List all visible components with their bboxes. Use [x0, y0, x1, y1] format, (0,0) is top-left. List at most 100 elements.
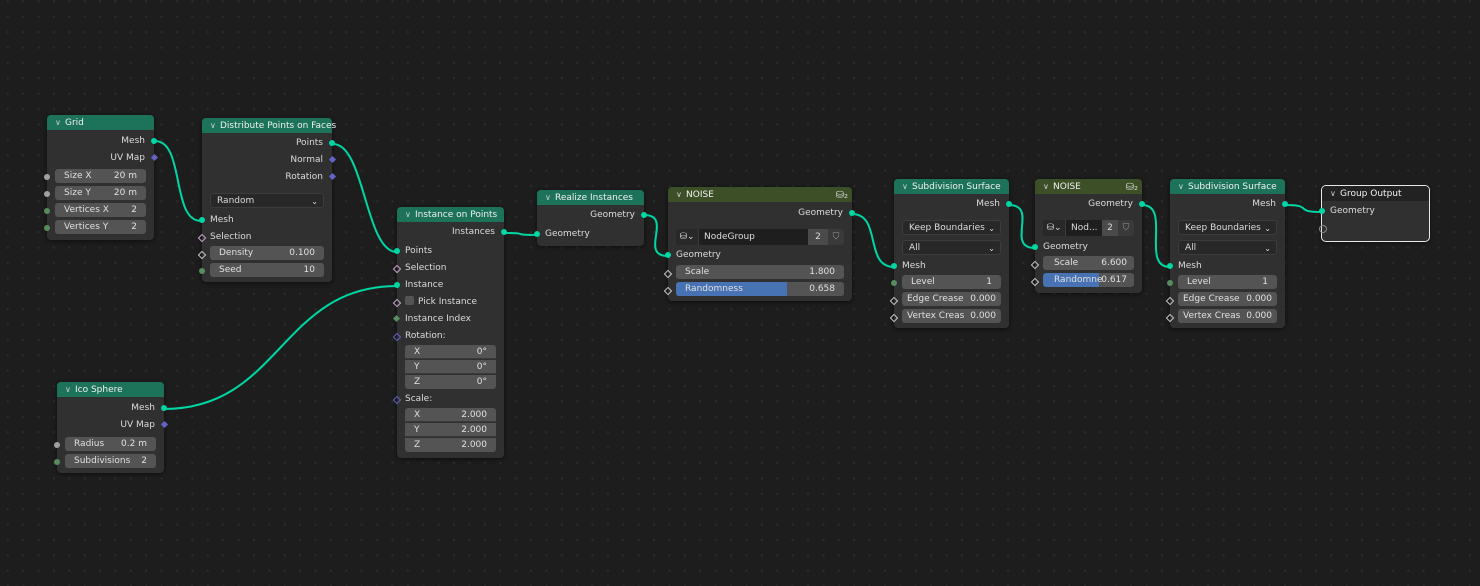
chevron-down-icon[interactable]: ∨ — [676, 187, 686, 202]
socket-geometry[interactable] — [1167, 263, 1173, 269]
field-vertices-y[interactable]: Vertices Y2 — [55, 220, 146, 234]
link-subdiv2-Mesh-to-output-Geometry[interactable] — [1284, 204, 1323, 213]
field-scale[interactable]: Scale 1.800 — [676, 265, 844, 279]
node-distribute-points[interactable]: ∨ Distribute Points on Faces Points Norma… — [197, 118, 336, 282]
socket-float-field[interactable] — [1165, 313, 1175, 323]
chevron-down-icon[interactable]: ∨ — [405, 207, 415, 222]
socket-int[interactable] — [199, 268, 205, 274]
socket-geometry[interactable] — [394, 282, 400, 288]
link-distribute-Points-to-instance-Points[interactable] — [332, 143, 398, 253]
socket-float-field[interactable] — [1030, 260, 1040, 270]
node-header[interactable]: ∨ Grid — [47, 115, 154, 130]
socket-geometry[interactable] — [1282, 201, 1288, 207]
socket-int[interactable] — [1167, 280, 1173, 286]
node-header[interactable]: ∨ Subdivision Surface — [1170, 179, 1285, 194]
boundary-smooth-select[interactable]: Keep Boundaries ⌄ — [1178, 220, 1277, 235]
link-noise1-Geometry-to-subdiv1-Mesh[interactable] — [851, 213, 895, 268]
socket-float-field[interactable] — [1165, 296, 1175, 306]
chevron-down-icon[interactable]: ∨ — [1178, 179, 1188, 194]
distribute-mode-select[interactable]: Random ⌄ — [210, 193, 324, 208]
field-subdivisions[interactable]: Subdivisions 2 — [65, 454, 156, 468]
node-header[interactable]: ∨ Group Output — [1322, 186, 1429, 201]
field-scale[interactable]: Scale 6.600 — [1043, 256, 1134, 270]
field-size-y[interactable]: Size Y 20 m — [55, 186, 146, 200]
socket-float[interactable] — [44, 191, 50, 197]
node-group-output[interactable]: ∨ Group Output Geometry — [1319, 185, 1430, 242]
node-header[interactable]: ∨ Ico Sphere — [57, 382, 164, 397]
node-ico-sphere[interactable]: ∨ Ico Sphere Mesh UV Map Radius 0.2 m Subd… — [54, 382, 169, 473]
node-noise-group[interactable]: ∨ NOISE ⛁₂ Geometry ⛁⌄ Nod... 2 ⛉ Geometry… — [1030, 179, 1145, 293]
socket-geometry[interactable] — [161, 405, 167, 411]
socket-bool-field[interactable] — [392, 298, 402, 308]
node-group-name[interactable]: NodeGroup — [699, 229, 808, 245]
link-grid-Mesh-to-distribute-Mesh[interactable] — [154, 140, 202, 222]
node-header[interactable]: ∨ Distribute Points on Faces — [202, 118, 336, 133]
socket-bool-field[interactable] — [197, 233, 207, 243]
socket-geometry[interactable] — [1006, 201, 1012, 207]
socket-vector-field[interactable] — [392, 332, 402, 342]
node-header[interactable]: ∨ NOISE ⛁₂ — [1035, 179, 1142, 194]
link-realize-Geometry-to-noise1-Geometry[interactable] — [643, 214, 669, 257]
socket-bool-field[interactable] — [392, 264, 402, 274]
chevron-down-icon[interactable]: ∨ — [902, 179, 912, 194]
socket-float-field[interactable] — [1030, 277, 1040, 287]
socket-geometry[interactable] — [329, 140, 335, 146]
pick-instance-checkbox[interactable] — [405, 296, 414, 305]
slider-randomness[interactable]: Randomness 0.658 — [676, 282, 844, 296]
node-tree-icon[interactable]: ⛁⌄ — [676, 229, 699, 245]
chevron-down-icon[interactable]: ∨ — [545, 190, 555, 205]
node-group-selector[interactable]: ⛁⌄ NodeGroup 2 ⛉ — [676, 229, 844, 245]
field-scale-z[interactable]: Z 2.000 — [405, 438, 496, 452]
node-noise-group[interactable]: ∨ NOISE ⛁₂ Geometry ⛁⌄ NodeGroup 2 ⛉ Geome… — [663, 187, 855, 301]
field-size-x[interactable]: Size X 20 m — [55, 169, 146, 183]
user-count[interactable]: 2 — [1102, 220, 1118, 236]
chevron-down-icon[interactable]: ∨ — [55, 115, 65, 130]
field-vertices-x[interactable]: Vertices X2 — [55, 203, 146, 217]
socket-float[interactable] — [44, 174, 50, 180]
socket-int[interactable] — [44, 225, 50, 231]
field-seed[interactable]: Seed 10 — [210, 263, 324, 277]
socket-geometry[interactable] — [1139, 201, 1145, 207]
field-density[interactable]: Density 0.100 — [210, 246, 324, 260]
field-level[interactable]: Level 1 — [1178, 275, 1277, 289]
uv-smooth-select[interactable]: All ⌄ — [1178, 240, 1277, 255]
node-group-name[interactable]: Nod... — [1066, 220, 1102, 236]
field-scale-y[interactable]: Y 2.000 — [405, 423, 496, 437]
field-radius[interactable]: Radius 0.2 m — [65, 437, 156, 451]
chevron-down-icon[interactable]: ∨ — [210, 118, 220, 133]
field-scale-x[interactable]: X 2.000 — [405, 408, 496, 422]
node-instance-on-points[interactable]: ∨ Instance on Points Instances Points Sel… — [392, 207, 507, 458]
socket-vector[interactable] — [150, 153, 159, 162]
socket-geometry[interactable] — [151, 138, 157, 144]
slider-randomness[interactable]: Randomne 0.617 — [1043, 273, 1134, 287]
socket-geometry[interactable] — [1319, 208, 1325, 214]
socket-geometry[interactable] — [891, 263, 897, 269]
socket-float-field[interactable] — [889, 313, 899, 323]
socket-geometry[interactable] — [665, 252, 671, 258]
node-subdivision-surface[interactable]: ∨ Subdivision Surface Mesh Keep Boundarie… — [1165, 179, 1288, 328]
node-header[interactable]: ∨ Subdivision Surface — [894, 179, 1009, 194]
socket-geometry[interactable] — [501, 229, 507, 235]
node-tree-icon[interactable]: ⛁⌄ — [1043, 220, 1066, 236]
fake-user-shield-icon[interactable]: ⛉ — [1118, 220, 1134, 236]
node-realize-instances[interactable]: ∨ Realize Instances Geometry Geometry — [534, 190, 647, 246]
field-rotation-y[interactable]: Y 0° — [405, 360, 496, 374]
link-noise2-Geometry-to-subdiv2-Mesh[interactable] — [1141, 204, 1171, 268]
uv-smooth-select[interactable]: All ⌄ — [902, 240, 1001, 255]
socket-geometry[interactable] — [1032, 244, 1038, 250]
field-rotation-z[interactable]: Z 0° — [405, 375, 496, 389]
socket-vector[interactable] — [328, 155, 337, 164]
user-count[interactable]: 2 — [808, 229, 828, 245]
socket-geometry[interactable] — [534, 231, 540, 237]
field-level[interactable]: Level 1 — [902, 275, 1001, 289]
field-vertex-crease[interactable]: Vertex Creas 0.000 — [1178, 309, 1277, 323]
socket-float[interactable] — [54, 442, 60, 448]
socket-vector-field[interactable] — [392, 395, 402, 405]
socket-float-field[interactable] — [663, 269, 673, 279]
socket-geometry[interactable] — [199, 217, 205, 223]
node-header[interactable]: ∨ Instance on Points — [397, 207, 504, 222]
socket-geometry[interactable] — [641, 212, 647, 218]
node-subdivision-surface[interactable]: ∨ Subdivision Surface Mesh Keep Boundarie… — [889, 179, 1012, 328]
link-ico-Mesh-to-instance-Instance[interactable] — [163, 285, 398, 410]
socket-empty[interactable] — [1319, 225, 1327, 233]
